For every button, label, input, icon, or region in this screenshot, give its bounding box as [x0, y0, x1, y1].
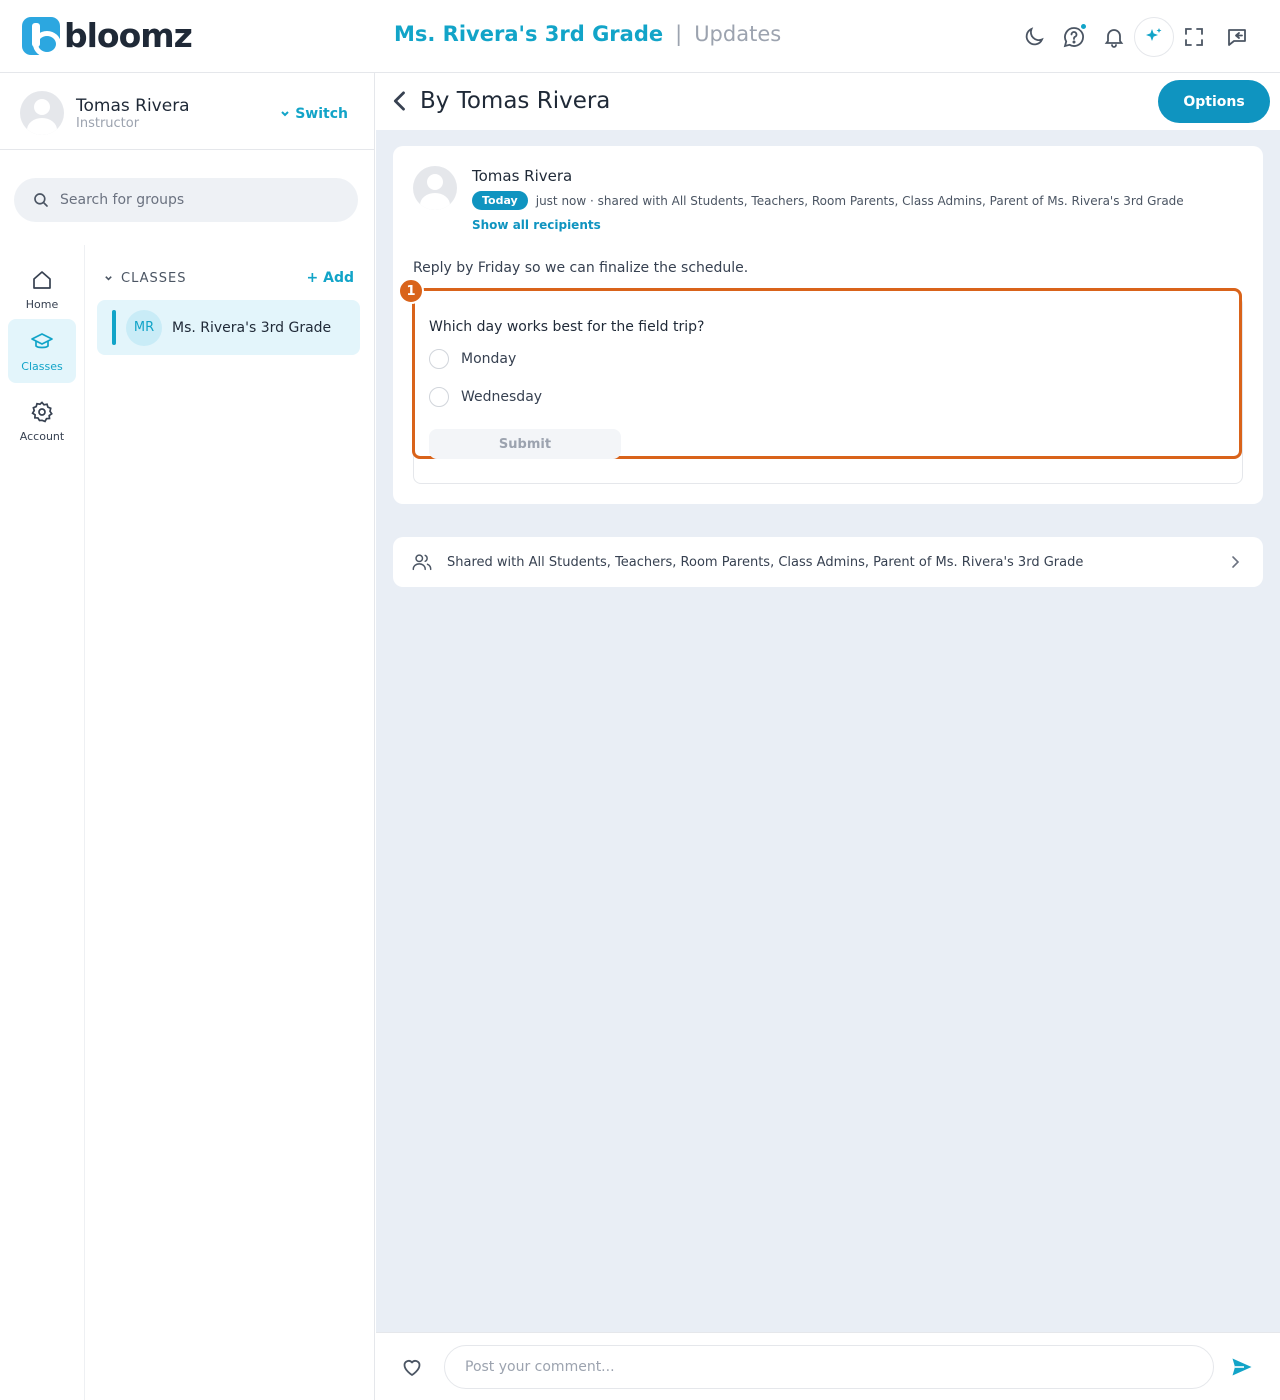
- fullscreen-icon[interactable]: [1177, 20, 1211, 54]
- switch-button[interactable]: Switch: [280, 106, 348, 122]
- chevron-down-icon: [105, 275, 112, 281]
- post-meta: Today just now · shared with All Student…: [472, 191, 1184, 210]
- radio-button[interactable]: [429, 349, 449, 369]
- post-author[interactable]: Tomas Rivera: [472, 167, 572, 185]
- nav-classes-label: Classes: [21, 359, 63, 373]
- breadcrumb-page: Updates: [694, 22, 782, 46]
- collapse-panel-icon[interactable]: [1220, 20, 1254, 54]
- poll-option-wednesday[interactable]: Wednesday: [429, 387, 542, 407]
- nav-rail: Home Classes Account: [0, 245, 85, 1400]
- moon-icon[interactable]: [1017, 20, 1051, 54]
- nav-home[interactable]: Home: [8, 257, 76, 321]
- nav-account[interactable]: Account: [8, 389, 76, 453]
- sparkle-ai-icon[interactable]: [1134, 17, 1174, 57]
- help-chat-icon[interactable]: [1057, 20, 1091, 54]
- bell-icon[interactable]: [1097, 20, 1131, 54]
- poll-highlight: Which day works best for the field trip?…: [412, 288, 1242, 459]
- send-icon[interactable]: [1230, 1355, 1254, 1379]
- author-avatar[interactable]: [413, 166, 457, 210]
- active-indicator: [112, 310, 116, 345]
- show-all-recipients-link[interactable]: Show all recipients: [472, 218, 601, 232]
- avatar[interactable]: [20, 91, 64, 135]
- class-name: Ms. Rivera's 3rd Grade: [172, 319, 332, 336]
- options-button[interactable]: Options: [1158, 80, 1270, 123]
- heart-icon[interactable]: [400, 1355, 424, 1379]
- poll-option-monday[interactable]: Monday: [429, 349, 516, 369]
- breadcrumb: Ms. Rivera's 3rd Grade | Updates: [394, 22, 781, 46]
- poll-question: Which day works best for the field trip?: [429, 319, 705, 335]
- search-bar: [14, 178, 358, 222]
- shared-with-row[interactable]: Shared with All Students, Teachers, Room…: [393, 537, 1263, 587]
- top-bar: bloomz Ms. Rivera's 3rd Grade | Updates: [0, 0, 1280, 73]
- people-icon: [412, 554, 432, 571]
- today-badge: Today: [472, 191, 528, 210]
- logo-mark-icon: [22, 16, 61, 57]
- classes-toggle[interactable]: CLASSES: [104, 271, 186, 286]
- post-card: Tomas Rivera Today just now · shared wit…: [393, 146, 1263, 504]
- graduation-cap-icon: [31, 332, 53, 348]
- shared-with-text: Shared with All Students, Teachers, Room…: [447, 554, 1084, 570]
- nav-classes[interactable]: Classes: [8, 319, 76, 383]
- classes-title: CLASSES: [121, 270, 187, 286]
- page-title: By Tomas Rivera: [420, 88, 611, 114]
- user-profile: Tomas Rivera Instructor Switch: [0, 73, 374, 150]
- notification-dot: [1079, 22, 1088, 31]
- back-arrow-icon[interactable]: [386, 87, 414, 115]
- poll-option-label: Monday: [461, 351, 517, 367]
- chevron-down-icon: [281, 111, 289, 117]
- bloomz-logo[interactable]: bloomz: [22, 16, 193, 57]
- gear-icon: [31, 400, 53, 422]
- class-avatar: MR: [126, 309, 162, 346]
- nav-account-label: Account: [19, 429, 65, 443]
- post-body: Reply by Friday so we can finalize the s…: [413, 260, 749, 276]
- breadcrumb-class[interactable]: Ms. Rivera's 3rd Grade: [394, 22, 663, 46]
- logo-text: bloomz: [64, 16, 193, 55]
- classes-header: CLASSES + Add: [104, 270, 354, 286]
- user-role: Instructor: [76, 116, 140, 131]
- comment-input[interactable]: [444, 1345, 1214, 1389]
- add-class-button[interactable]: + Add: [307, 270, 354, 286]
- user-name: Tomas Rivera: [76, 96, 190, 116]
- chevron-right-icon: [1232, 556, 1240, 568]
- search-icon: [34, 193, 48, 207]
- left-panel: Tomas Rivera Instructor Switch Home Clas…: [0, 73, 375, 1400]
- nav-home-label: Home: [25, 297, 59, 311]
- home-icon: [33, 270, 51, 289]
- submit-button[interactable]: Submit: [429, 429, 621, 459]
- annotation-marker: 1: [398, 278, 424, 304]
- radio-button[interactable]: [429, 387, 449, 407]
- main-header: By Tomas Rivera Options: [376, 73, 1280, 130]
- breadcrumb-separator: |: [675, 22, 683, 46]
- post-meta-text: just now · shared with All Students, Tea…: [535, 193, 1184, 208]
- poll-option-label: Wednesday: [461, 389, 543, 405]
- switch-label: Switch: [295, 106, 348, 122]
- class-item[interactable]: MR Ms. Rivera's 3rd Grade: [97, 300, 360, 355]
- comment-bar: [376, 1332, 1280, 1400]
- search-input[interactable]: [60, 192, 330, 208]
- main-content: By Tomas Rivera Options Tomas Rivera Tod…: [376, 73, 1280, 1400]
